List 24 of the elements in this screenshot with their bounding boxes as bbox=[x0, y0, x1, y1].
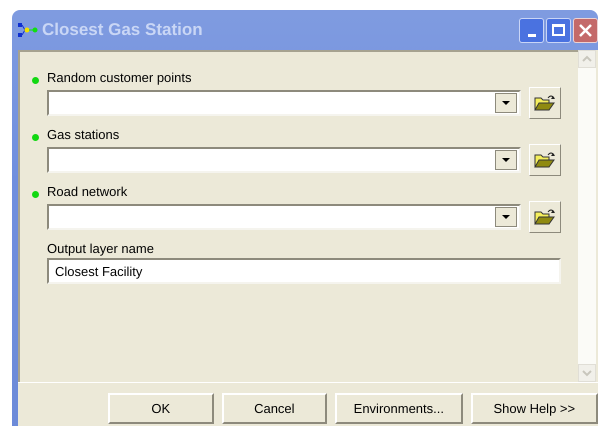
folder-icon[interactable] bbox=[534, 94, 556, 112]
dropdown-field[interactable] bbox=[47, 147, 521, 173]
dialog-button[interactable]: Environments... bbox=[335, 393, 463, 424]
close-icon[interactable] bbox=[579, 24, 592, 36]
field-label: Random customer points bbox=[47, 69, 192, 88]
browse-button[interactable] bbox=[529, 87, 561, 119]
dialog-button[interactable]: Cancel bbox=[222, 393, 328, 424]
minimize-button[interactable] bbox=[519, 18, 544, 42]
maximize-button[interactable] bbox=[546, 18, 571, 42]
field-label: Gas stations bbox=[47, 126, 120, 144]
dialog-button[interactable]: OK bbox=[108, 393, 214, 424]
browse-button[interactable] bbox=[529, 144, 561, 176]
dropdown-field[interactable] bbox=[47, 204, 521, 230]
field-label: Output layer name bbox=[47, 240, 154, 258]
dropdown-field[interactable] bbox=[47, 90, 521, 116]
field-label: Road network bbox=[47, 183, 128, 202]
folder-icon[interactable] bbox=[534, 208, 556, 226]
window-title: Closest Gas Station bbox=[42, 19, 204, 42]
browse-button[interactable] bbox=[529, 201, 561, 233]
model-icon bbox=[18, 23, 38, 37]
folder-icon[interactable] bbox=[534, 151, 556, 169]
dialog-button[interactable]: Show Help >> bbox=[470, 393, 598, 424]
text-field[interactable]: Closest Facility bbox=[47, 258, 561, 284]
close-button[interactable] bbox=[573, 18, 598, 42]
